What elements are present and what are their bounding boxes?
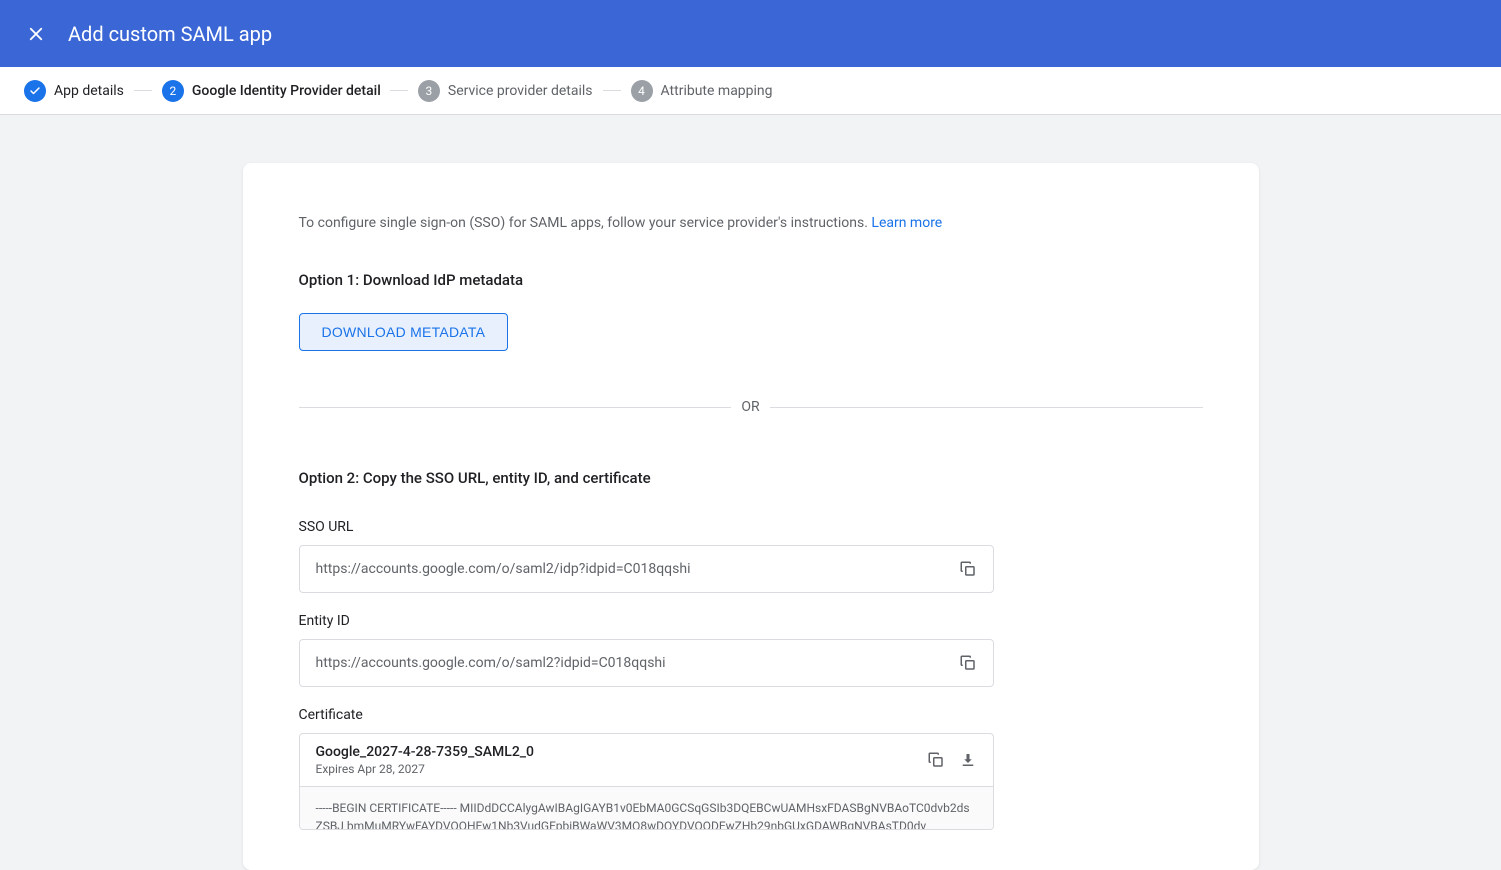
sso-url-value: https://accounts.google.com/o/saml2/idp?… [316, 561, 947, 577]
step-connector [603, 90, 621, 91]
step-connector [134, 90, 152, 91]
copy-sso-button[interactable] [959, 560, 977, 578]
step-label: Attribute mapping [661, 83, 773, 99]
step-sp-details: 3 Service provider details [418, 80, 593, 102]
download-certificate-button[interactable] [959, 751, 977, 769]
entity-id-field: https://accounts.google.com/o/saml2?idpi… [299, 639, 994, 687]
certificate-label: Certificate [299, 707, 1203, 723]
step-idp-details[interactable]: 2 Google Identity Provider details [162, 80, 380, 102]
close-icon [27, 25, 45, 43]
stepper: App details 2 Google Identity Provider d… [0, 67, 1501, 115]
step-circle-pending: 4 [631, 80, 653, 102]
step-label: Service provider details [448, 83, 593, 99]
copy-certificate-button[interactable] [927, 751, 945, 769]
option1-heading: Option 1: Download IdP metadata [299, 271, 1203, 289]
modal-title: Add custom SAML app [68, 22, 272, 46]
step-circle-pending: 3 [418, 80, 440, 102]
copy-icon [959, 560, 977, 578]
intro-text-body: To configure single sign-on (SSO) for SA… [299, 215, 872, 231]
certificate-expires: Expires Apr 28, 2027 [316, 762, 915, 776]
or-divider: OR [299, 399, 1203, 415]
certificate-content[interactable]: -----BEGIN CERTIFICATE----- MIIDdDCCAlyg… [300, 787, 993, 829]
copy-entity-button[interactable] [959, 654, 977, 672]
learn-more-link[interactable]: Learn more [871, 215, 942, 231]
check-icon [29, 85, 41, 97]
entity-id-label: Entity ID [299, 613, 1203, 629]
sso-url-label: SSO URL [299, 519, 1203, 535]
certificate-header-main: Google_2027-4-28-7359_SAML2_0 Expires Ap… [316, 744, 915, 776]
step-connector [390, 90, 408, 91]
or-text: OR [731, 399, 769, 415]
entity-id-value: https://accounts.google.com/o/saml2?idpi… [316, 655, 947, 671]
step-circle-active: 2 [162, 80, 184, 102]
certificate-box: Google_2027-4-28-7359_SAML2_0 Expires Ap… [299, 733, 994, 830]
modal-header: Add custom SAML app [0, 0, 1501, 67]
step-attribute-mapping: 4 Attribute mapping [631, 80, 773, 102]
divider-line [299, 407, 732, 408]
certificate-name: Google_2027-4-28-7359_SAML2_0 [316, 744, 915, 760]
step-app-details[interactable]: App details [24, 80, 124, 102]
step-label: App details [54, 83, 124, 99]
download-metadata-button[interactable]: DOWNLOAD METADATA [299, 313, 509, 351]
divider-line [770, 407, 1203, 408]
sso-url-field: https://accounts.google.com/o/saml2/idp?… [299, 545, 994, 593]
close-button[interactable] [24, 22, 48, 46]
intro-text: To configure single sign-on (SSO) for SA… [299, 215, 1203, 231]
content-wrapper: To configure single sign-on (SSO) for SA… [0, 115, 1501, 870]
download-icon [959, 751, 977, 769]
certificate-header: Google_2027-4-28-7359_SAML2_0 Expires Ap… [300, 734, 993, 787]
copy-icon [959, 654, 977, 672]
step-circle-completed [24, 80, 46, 102]
copy-icon [927, 751, 945, 769]
main-card: To configure single sign-on (SSO) for SA… [243, 163, 1259, 870]
option2-heading: Option 2: Copy the SSO URL, entity ID, a… [299, 469, 1203, 487]
step-label: Google Identity Provider details [192, 83, 380, 99]
